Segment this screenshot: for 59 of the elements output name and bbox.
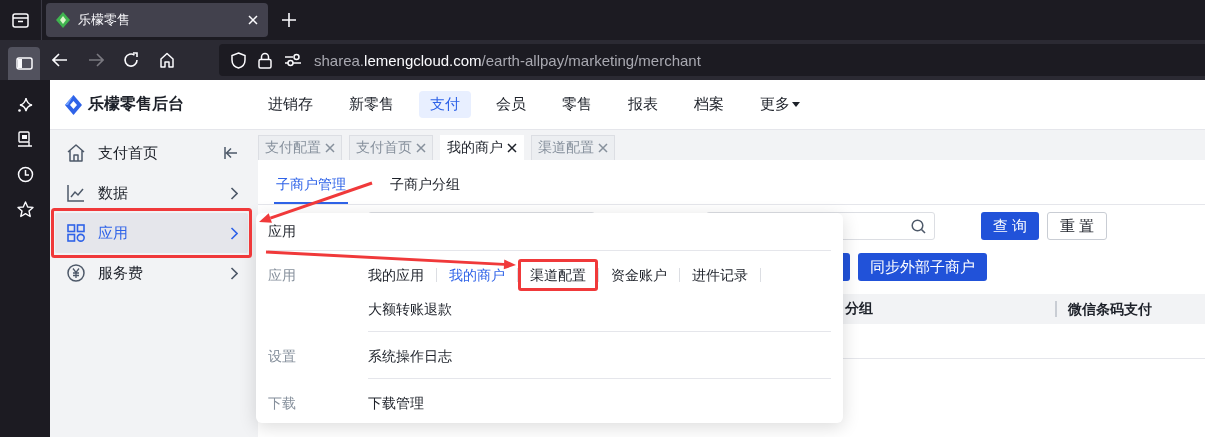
sub-tab[interactable]: 子商户分组 xyxy=(388,176,462,204)
popup-title: 应用 xyxy=(268,213,831,251)
logo-icon xyxy=(65,94,82,115)
group-label: 设置 xyxy=(268,347,297,366)
group-label: 下载 xyxy=(268,394,297,413)
menu-link[interactable]: 系统操作日志 xyxy=(368,346,452,366)
lock-icon xyxy=(258,51,272,69)
query-button[interactable]: 查 询 xyxy=(981,212,1040,240)
page-tab[interactable]: 我的商户 xyxy=(440,135,524,160)
tune-icon xyxy=(284,53,302,67)
sidebar-icon xyxy=(15,57,33,70)
nav-item[interactable]: 新零售 xyxy=(338,91,405,118)
sub-tab[interactable]: 子商户管理 xyxy=(274,176,348,204)
nav-item[interactable]: 档案 xyxy=(683,91,735,118)
sync-button[interactable]: 同步外部子商户 xyxy=(858,253,987,281)
leaf-logo-icon xyxy=(56,12,70,28)
sparkle-icon[interactable] xyxy=(16,96,34,113)
app-logo-text: 乐檬零售后台 xyxy=(88,94,184,114)
column-header: 分组 xyxy=(844,300,874,318)
url-text: sharea.lemengcloud.com/earth-allpay/marketing/merchant xyxy=(314,51,701,69)
nav-item[interactable]: 进销存 xyxy=(257,91,324,118)
clock-icon[interactable] xyxy=(16,166,34,183)
plus-icon[interactable] xyxy=(282,13,296,27)
address-bar[interactable]: sharea.lemengcloud.com/earth-allpay/marketing/merchant xyxy=(219,44,1205,76)
tab-close-icon[interactable] xyxy=(507,143,517,153)
menu-link[interactable]: 大额转账退款 xyxy=(368,299,452,319)
menu-link[interactable]: 我的商户 xyxy=(449,265,505,285)
back-icon[interactable] xyxy=(52,53,68,67)
column-header: 微信条码支付 xyxy=(1055,301,1152,317)
nav-item[interactable]: 报表 xyxy=(617,91,669,118)
device-icon[interactable] xyxy=(17,131,33,148)
sidebar-toggle-button[interactable] xyxy=(8,47,40,80)
home-icon[interactable] xyxy=(159,52,175,68)
nav-item[interactable]: 会员 xyxy=(485,91,537,118)
menu-item[interactable]: 应用 xyxy=(55,213,248,253)
menu-link[interactable]: 我的应用 xyxy=(368,265,424,285)
grid-icon xyxy=(66,223,86,243)
browser-tab[interactable]: 乐檬零售 xyxy=(46,3,268,37)
star-icon[interactable] xyxy=(16,201,34,218)
nav-item[interactable]: 零售 xyxy=(551,91,603,118)
menu-item[interactable]: 数据 xyxy=(55,173,248,213)
tab-list-icon[interactable] xyxy=(12,12,29,28)
menu-link[interactable]: 渠道配置 xyxy=(518,259,598,291)
menu-link[interactable]: 资金账户 xyxy=(611,265,667,285)
search-icon xyxy=(911,218,926,234)
reload-icon[interactable] xyxy=(123,52,139,68)
menu-item[interactable]: 支付首页 xyxy=(55,133,248,173)
menu-item[interactable]: 服务费 xyxy=(55,253,248,293)
home-icon xyxy=(66,143,86,163)
shield-icon xyxy=(231,51,246,69)
reset-button[interactable]: 重 置 xyxy=(1047,212,1108,240)
collapse-icon[interactable] xyxy=(224,147,238,159)
menu-link[interactable]: 下载管理 xyxy=(368,393,424,413)
yen-icon xyxy=(66,263,86,283)
nav-item[interactable]: 更多 xyxy=(749,91,811,118)
chart-icon xyxy=(66,183,86,203)
group-label: 应用 xyxy=(268,266,297,285)
menu-link[interactable]: 进件记录 xyxy=(692,265,748,285)
nav-item[interactable]: 支付 xyxy=(419,91,471,118)
